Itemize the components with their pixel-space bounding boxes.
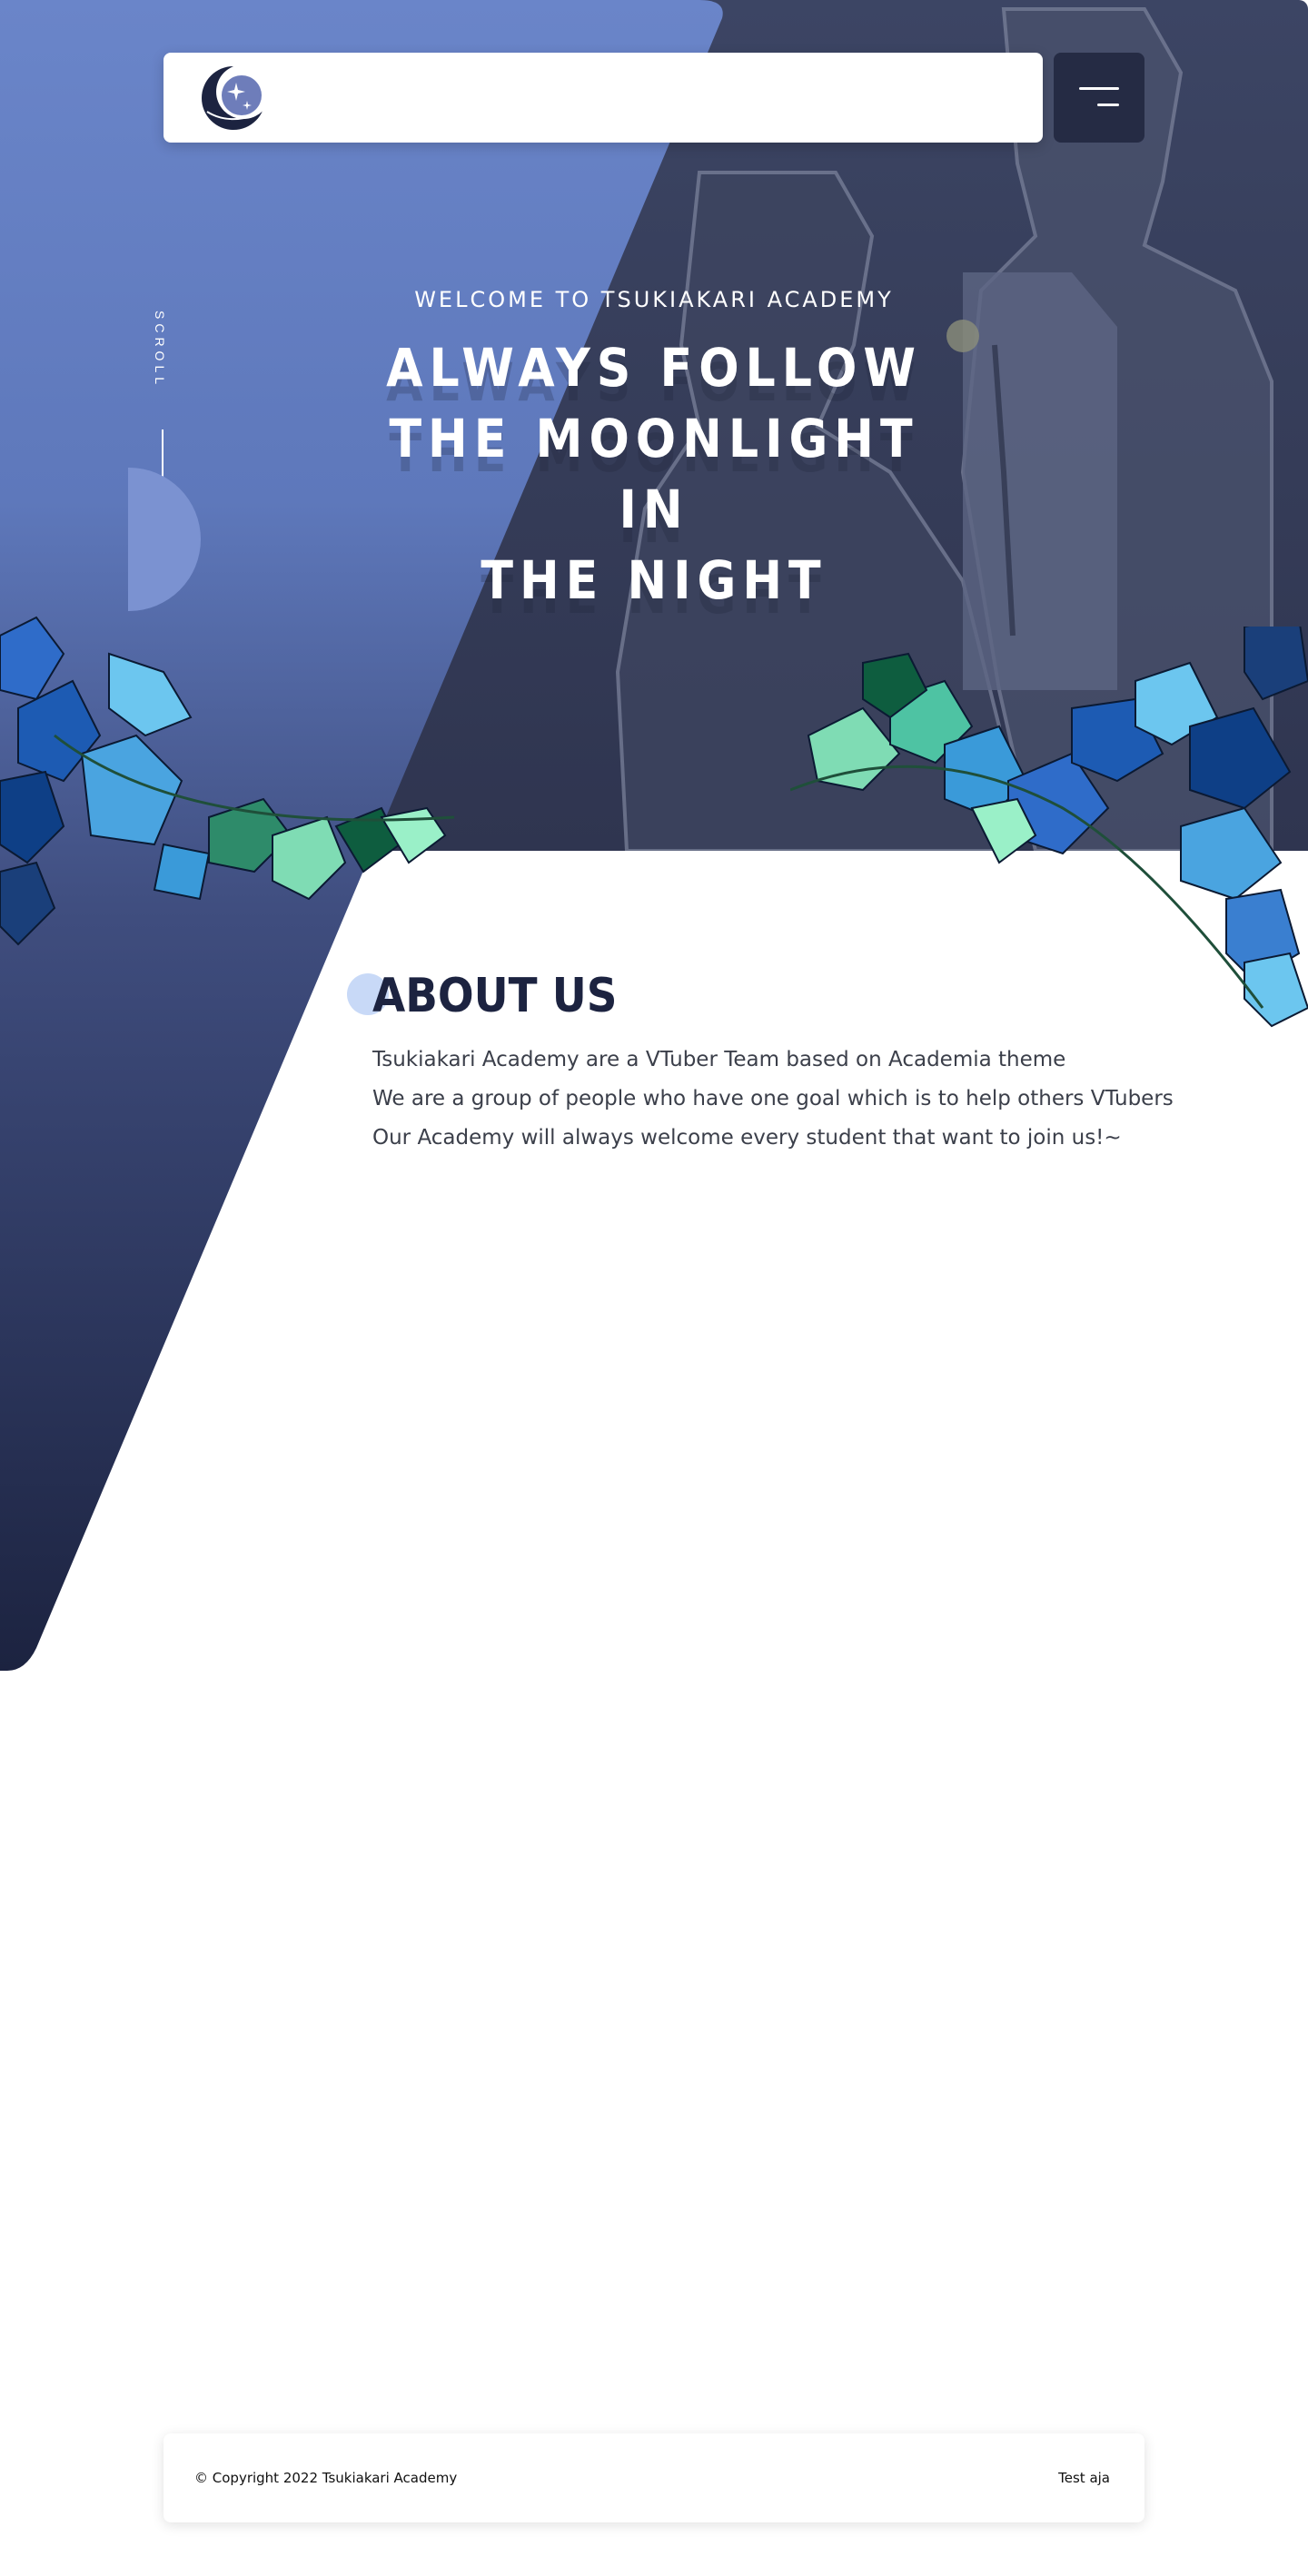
hamburger-menu-icon-bar (1097, 104, 1119, 106)
footer-link[interactable]: Test aja (1058, 2470, 1110, 2486)
hero-title-line-1: ALWAYS FOLLOW (386, 337, 922, 399)
footer: © Copyright 2022 Tsukiakari Academy Test… (164, 2433, 1144, 2522)
hero-copy: WELCOME TO TSUKIAKARI ACADEMY ALWAYS FOL… (382, 287, 926, 626)
hamburger-menu-icon (1079, 87, 1119, 90)
about-line-1: Tsukiakari Academy are a VTuber Team bas… (372, 1048, 1066, 1071)
hero-title-line-2: THE MOONLIGHT IN (389, 408, 919, 540)
hero-title: ALWAYS FOLLOW THE MOONLIGHT IN THE NIGHT (382, 332, 926, 616)
menu-button[interactable] (1054, 53, 1144, 143)
hero-kicker: WELCOME TO TSUKIAKARI ACADEMY (414, 287, 894, 312)
hero-title-line-3: THE NIGHT (481, 549, 827, 611)
ivy-left-decoration (0, 616, 455, 946)
scroll-label: SCROLL (153, 311, 167, 390)
about-section: ABOUT US Tsukiakari Academy are a VTuber… (347, 962, 1190, 1158)
about-title: ABOUT US (372, 969, 618, 1023)
about-line-3: Our Academy will always welcome every st… (372, 1126, 1122, 1150)
top-navbar (164, 53, 1043, 143)
footer-copyright: © Copyright 2022 Tsukiakari Academy (194, 2470, 458, 2486)
about-lines: Tsukiakari Academy are a VTuber Team bas… (372, 1041, 1190, 1158)
hero-title-wrap: ALWAYS FOLLOW THE MOONLIGHT IN THE NIGHT… (382, 332, 926, 626)
about-line-2: We are a group of people who have one go… (372, 1087, 1174, 1110)
crescent-moon-logo-icon[interactable] (200, 64, 267, 132)
